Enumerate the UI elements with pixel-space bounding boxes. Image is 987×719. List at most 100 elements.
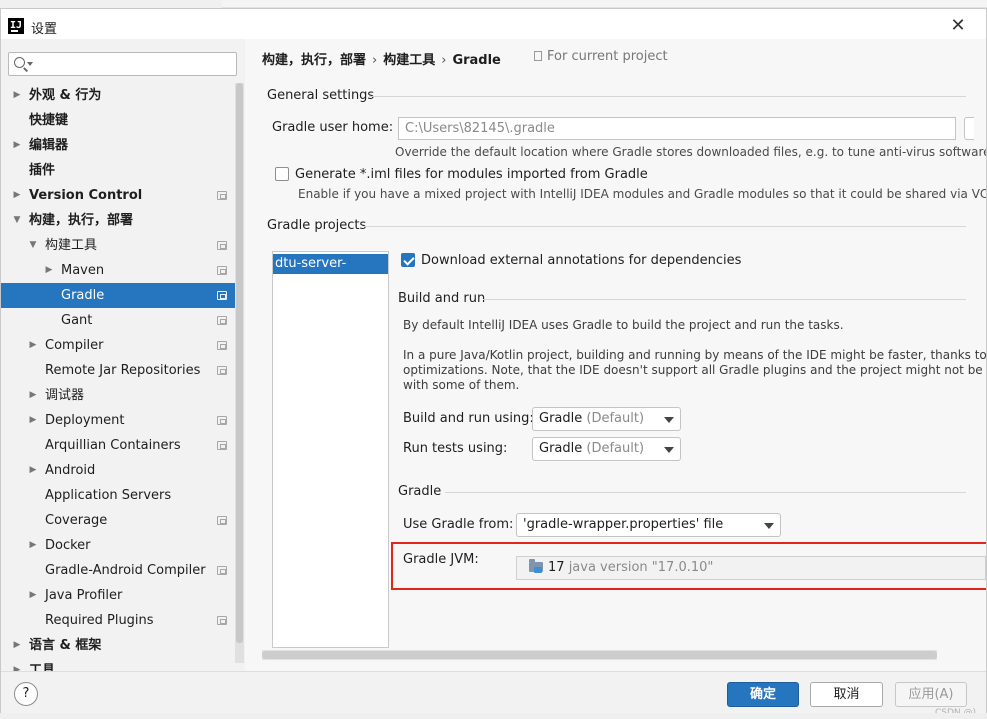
sidebar-item-label: 外观 & 行为 bbox=[29, 88, 102, 103]
project-scope-icon bbox=[217, 366, 227, 375]
project-item-dtu-server-master[interactable]: dtu-server-master bbox=[273, 254, 388, 291]
chevron-down-icon[interactable] bbox=[27, 62, 33, 66]
chevron-right-icon[interactable]: ▶ bbox=[11, 633, 23, 658]
chevron-right-icon[interactable]: ▶ bbox=[27, 583, 39, 608]
sidebar-item[interactable]: 插件 bbox=[1, 158, 235, 183]
project-scope-icon bbox=[217, 341, 227, 350]
cancel-button[interactable]: 取消 bbox=[810, 682, 883, 707]
run-tests-label: Run tests using: bbox=[403, 441, 508, 456]
scope-label: For current project bbox=[547, 49, 668, 64]
sidebar-item-label: 构建，执行，部署 bbox=[29, 213, 134, 228]
breadcrumb-item-build-tools[interactable]: 构建工具 bbox=[383, 53, 435, 68]
browse-button[interactable] bbox=[964, 117, 974, 140]
project-scope-icon bbox=[217, 266, 227, 275]
gradle-jvm-select[interactable]: 17 java version "17.0.10" bbox=[516, 556, 986, 580]
chevron-right-icon[interactable]: ▶ bbox=[43, 258, 55, 283]
sidebar-item[interactable]: ▶ 语言 & 框架 bbox=[1, 633, 235, 658]
sidebar-item[interactable]: ▶ Deployment bbox=[1, 408, 235, 433]
sidebar-item-label: Arquillian Containers bbox=[45, 438, 181, 453]
sidebar-item[interactable]: ▼ 构建工具 bbox=[1, 233, 235, 258]
download-annotations-checkbox[interactable] bbox=[401, 253, 415, 267]
breadcrumb-item-build[interactable]: 构建，执行，部署 bbox=[262, 53, 366, 68]
sidebar-item[interactable]: ▶ Maven bbox=[1, 258, 235, 283]
sidebar-scrollbar[interactable] bbox=[235, 83, 244, 663]
chevron-right-icon[interactable]: ▶ bbox=[27, 458, 39, 483]
sidebar-item-label: 构建工具 bbox=[45, 238, 98, 253]
background-gutter bbox=[0, 0, 222, 8]
chevron-right-icon[interactable]: ▶ bbox=[11, 133, 23, 158]
sidebar-item[interactable]: Arquillian Containers bbox=[1, 433, 235, 458]
generate-iml-hint: Enable if you have a mixed project with … bbox=[298, 187, 986, 201]
chevron-right-icon[interactable]: ▶ bbox=[11, 183, 23, 208]
sidebar-scrollbar-thumb[interactable] bbox=[236, 83, 243, 643]
jvm-version-detail: java version "17.0.10" bbox=[568, 560, 714, 575]
use-gradle-from-value: 'gradle-wrapper.properties' file bbox=[523, 517, 724, 532]
breadcrumb-separator: › bbox=[441, 53, 447, 68]
chevron-down-icon[interactable]: ▼ bbox=[11, 208, 23, 233]
build-run-using-suffix: (Default) bbox=[586, 411, 645, 426]
sidebar-item-label: Deployment bbox=[45, 413, 125, 428]
use-gradle-from-select[interactable]: 'gradle-wrapper.properties' file bbox=[516, 513, 781, 537]
build-run-hint-default: By default IntelliJ IDEA uses Gradle to … bbox=[403, 318, 844, 332]
chevron-right-icon[interactable]: ▶ bbox=[27, 533, 39, 558]
sidebar-item[interactable]: 快捷键 bbox=[1, 108, 235, 133]
sidebar-item[interactable]: Application Servers bbox=[1, 483, 235, 508]
sidebar-item[interactable]: ▶ Android bbox=[1, 458, 235, 483]
project-scope-icon bbox=[217, 566, 227, 575]
gradle-user-home-hint: Override the default location where Grad… bbox=[395, 145, 986, 159]
sidebar-item[interactable]: Gradle-Android Compiler bbox=[1, 558, 235, 583]
sidebar-item[interactable]: Remote Jar Repositories bbox=[1, 358, 235, 383]
sidebar-item[interactable]: ▶ 调试器 bbox=[1, 383, 235, 408]
sidebar-item[interactable]: ▶ Compiler bbox=[1, 333, 235, 358]
sidebar-item-label: Version Control bbox=[29, 188, 143, 203]
use-gradle-from-label: Use Gradle from: bbox=[403, 517, 514, 532]
sidebar-item[interactable]: ▶ 编辑器 bbox=[1, 133, 235, 158]
settings-search[interactable] bbox=[8, 52, 237, 76]
sidebar-item-label: Coverage bbox=[45, 513, 108, 528]
chevron-right-icon[interactable]: ▶ bbox=[11, 83, 23, 108]
sidebar-item[interactable]: Gradle bbox=[1, 283, 235, 308]
close-icon[interactable]: ✕ bbox=[948, 16, 968, 36]
chevron-down-icon[interactable]: ▼ bbox=[27, 233, 39, 258]
sidebar-item-label: Android bbox=[45, 463, 96, 478]
sidebar-item-label: Maven bbox=[61, 263, 105, 278]
content-scrollbar-thumb[interactable] bbox=[262, 651, 937, 659]
ok-button[interactable]: 确定 bbox=[727, 682, 799, 707]
build-run-using-select[interactable]: Gradle (Default) bbox=[532, 407, 681, 431]
sidebar-item[interactable]: Gant bbox=[1, 308, 235, 333]
project-scope-icon bbox=[217, 291, 227, 300]
section-title-projects: Gradle projects bbox=[267, 218, 367, 233]
chevron-right-icon[interactable]: ▶ bbox=[27, 408, 39, 433]
run-tests-select[interactable]: Gradle (Default) bbox=[532, 437, 681, 461]
apply-button[interactable]: 应用(A) bbox=[895, 682, 967, 707]
sidebar-item-label: Application Servers bbox=[45, 488, 172, 503]
gradle-user-home-field[interactable]: C:\Users\82145\.gradle bbox=[398, 117, 956, 140]
window-title: 设置 bbox=[31, 22, 58, 37]
sidebar-item[interactable]: ▼ 构建，执行，部署 bbox=[1, 208, 235, 233]
sidebar-item-label: 插件 bbox=[29, 163, 56, 178]
background-editor bbox=[0, 0, 987, 8]
chevron-right-icon[interactable]: ▶ bbox=[11, 658, 23, 671]
chevron-down-icon bbox=[664, 447, 674, 453]
sidebar-item[interactable]: ▶ Version Control bbox=[1, 183, 235, 208]
help-button[interactable]: ? bbox=[14, 682, 38, 706]
run-tests-value: Gradle bbox=[539, 441, 583, 456]
divider bbox=[364, 226, 966, 227]
generate-iml-checkbox[interactable] bbox=[275, 167, 289, 181]
search-input[interactable] bbox=[36, 55, 231, 73]
chevron-right-icon[interactable]: ▶ bbox=[27, 333, 39, 358]
jvm-version: 17 bbox=[548, 560, 565, 575]
content-horizontal-scrollbar[interactable] bbox=[262, 650, 937, 660]
sidebar-item[interactable]: ▶ 外观 & 行为 bbox=[1, 83, 235, 108]
document-icon bbox=[534, 51, 542, 61]
sidebar-item[interactable]: Required Plugins bbox=[1, 608, 235, 633]
sidebar-item-label: 工具 bbox=[29, 663, 56, 671]
download-annotations-label: Download external annotations for depend… bbox=[421, 253, 742, 268]
chevron-right-icon[interactable]: ▶ bbox=[27, 383, 39, 408]
sidebar-item[interactable]: Coverage bbox=[1, 508, 235, 533]
sidebar-item[interactable]: ▶ Java Profiler bbox=[1, 583, 235, 608]
sidebar-item[interactable]: ▶ 工具 bbox=[1, 658, 235, 671]
settings-tree: ▶ 外观 & 行为快捷键 ▶ 编辑器插件 ▶ Version Control ▼ 构建，执行，… bbox=[1, 83, 235, 671]
project-scope-icon bbox=[217, 316, 227, 325]
sidebar-item[interactable]: ▶ Docker bbox=[1, 533, 235, 558]
